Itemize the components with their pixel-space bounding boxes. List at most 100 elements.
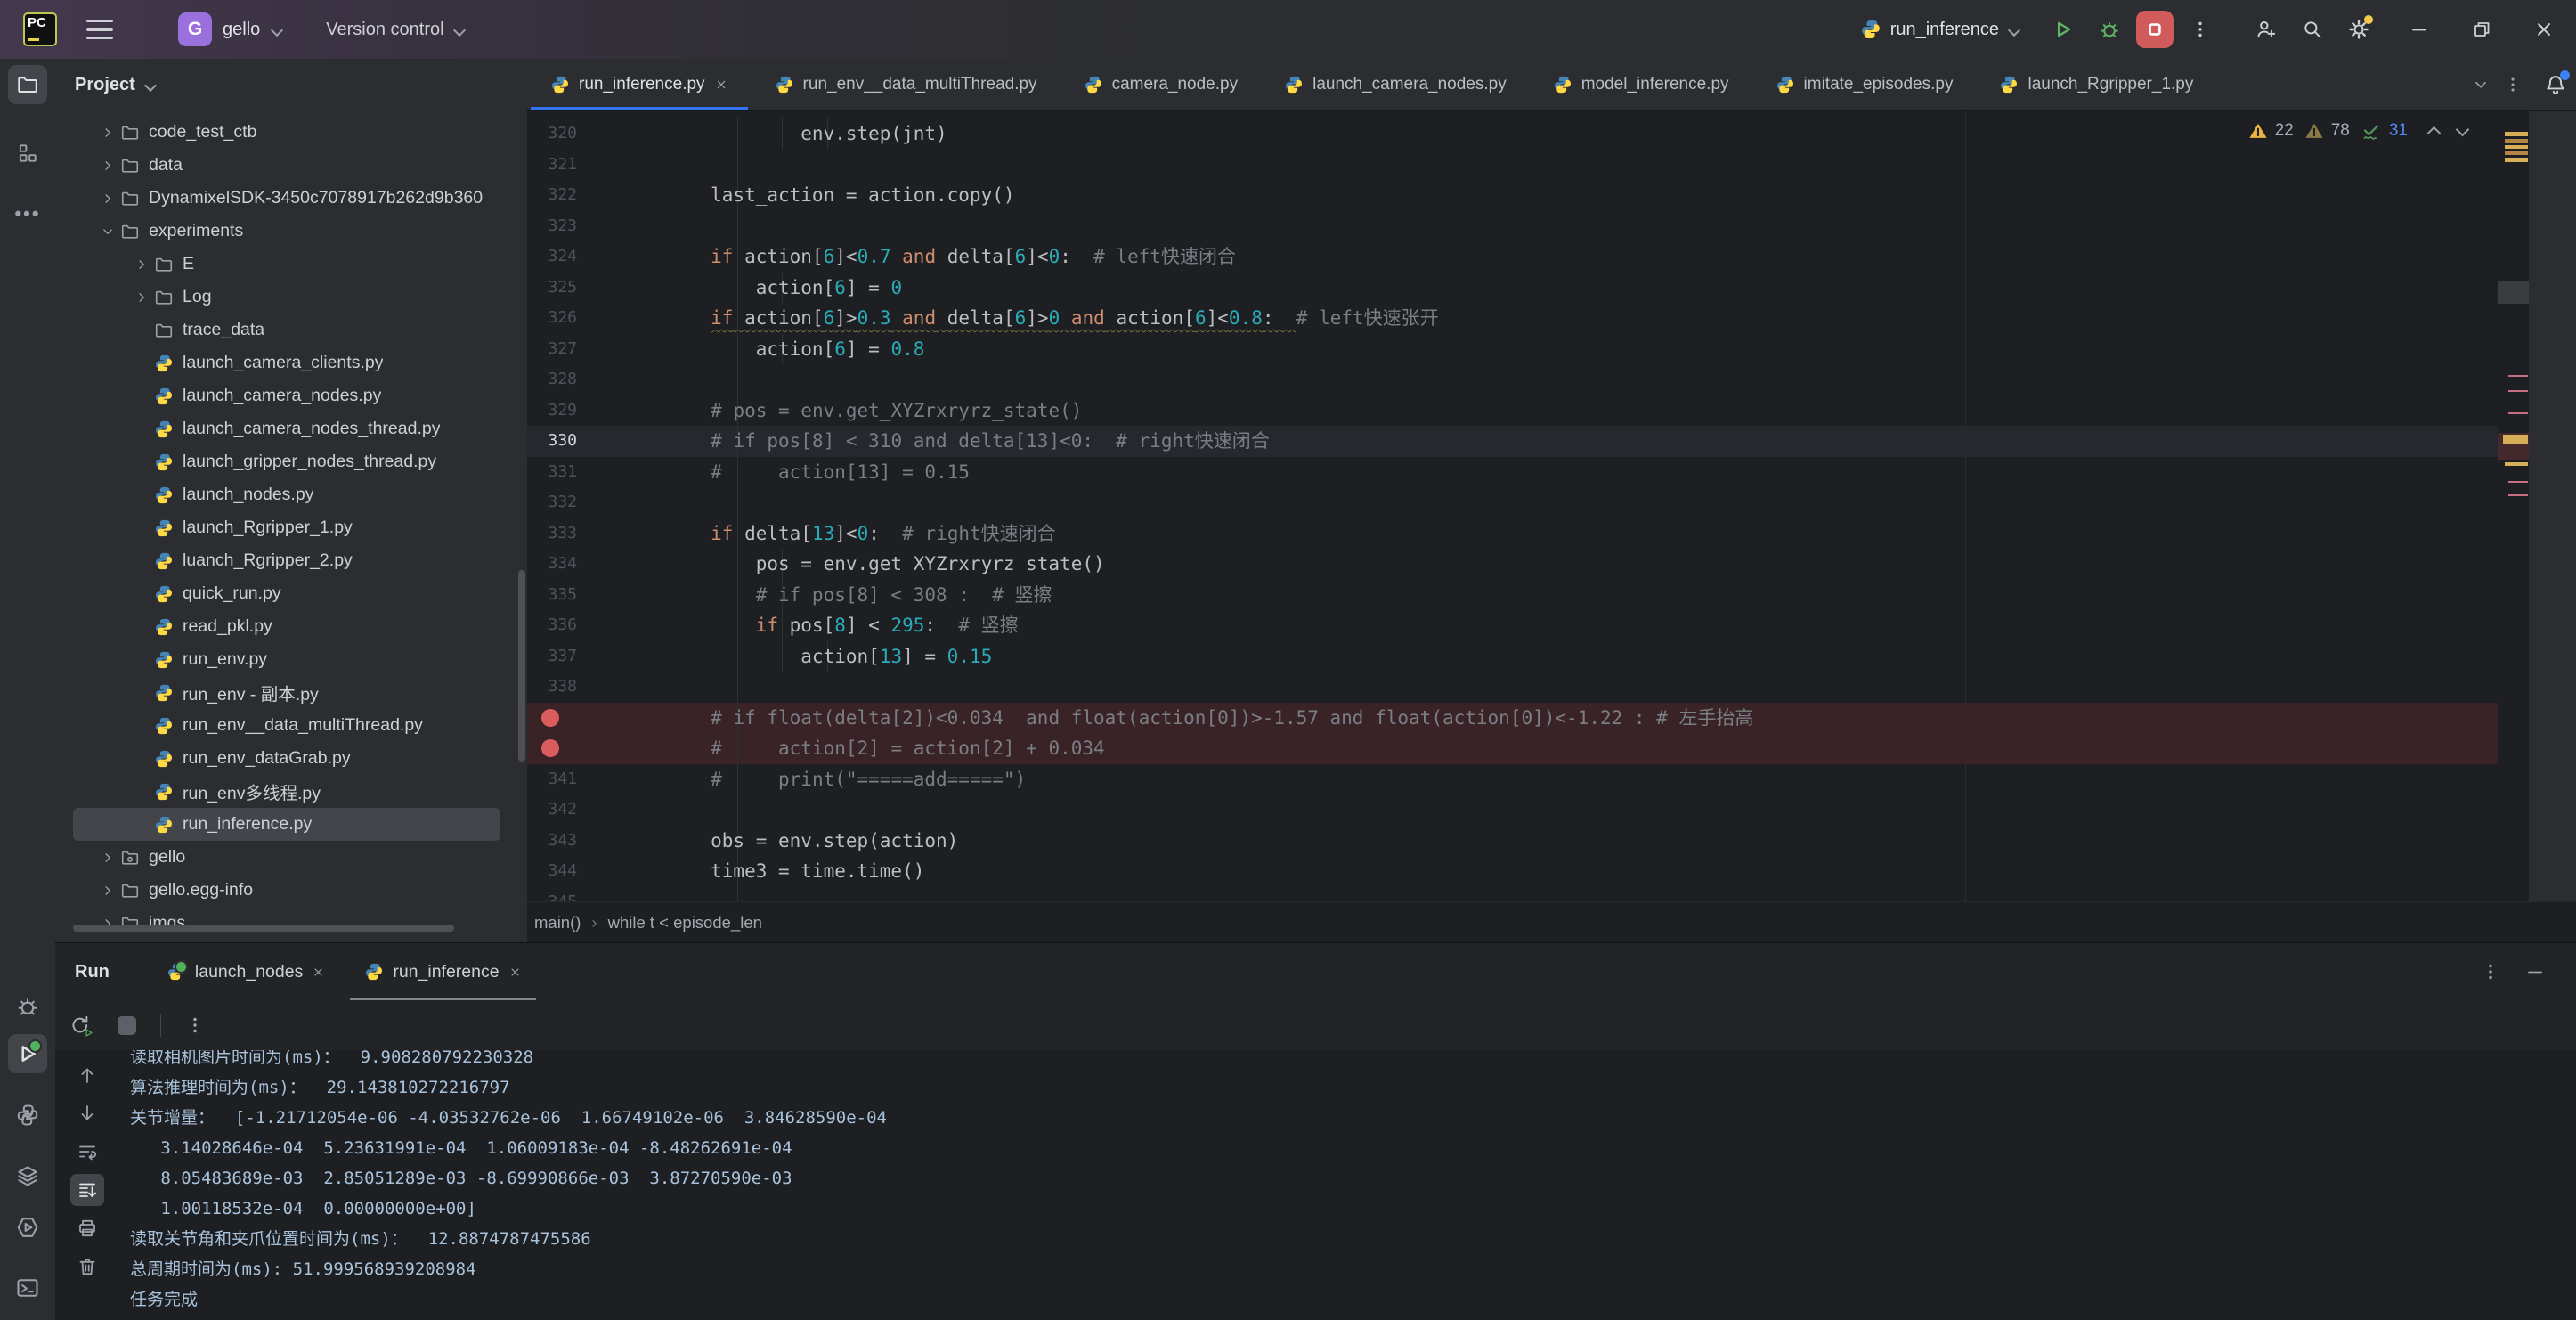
tree-item-Log[interactable]: Log xyxy=(73,281,500,314)
line-number-gutter[interactable]: 320 xyxy=(527,118,598,150)
tree-item-code_test_ctb[interactable]: code_test_ctb xyxy=(73,116,500,149)
line-number-gutter[interactable]: 324 xyxy=(527,241,598,273)
more-options-button[interactable] xyxy=(179,1009,211,1041)
search-everywhere-button[interactable] xyxy=(2293,10,2332,49)
console-output[interactable]: 读取相机图片时间为(ms)： 9.908280792230328算法推理时间为(… xyxy=(130,1050,2576,1320)
run-button[interactable] xyxy=(2044,10,2083,49)
editor-tab-model_inference.py[interactable]: model_inference.py xyxy=(1530,59,1752,110)
line-number-gutter[interactable]: 327 xyxy=(527,334,598,365)
stripe-problems-button[interactable] xyxy=(8,1208,47,1247)
project-panel-header[interactable]: Project xyxy=(55,59,527,110)
line-number-gutter[interactable]: 344 xyxy=(527,856,598,887)
editor-tab-launch_Rgripper_1.py[interactable]: launch_Rgripper_1.py xyxy=(1976,59,2216,110)
stop-process-button[interactable] xyxy=(110,1009,142,1041)
tree-item-gello[interactable]: gello xyxy=(73,841,500,874)
code-line-326[interactable]: 326 if action[6]>0.3 and delta[6]>0 and … xyxy=(527,303,2498,334)
line-number-gutter[interactable]: 331 xyxy=(527,457,598,488)
scroll-up-button[interactable] xyxy=(70,1059,104,1091)
settings-button[interactable] xyxy=(2339,10,2378,49)
code-line-320[interactable]: 320 env.step(jnt) xyxy=(527,118,2498,150)
error-stripe[interactable] xyxy=(2498,111,2529,901)
stripe-structure-button[interactable] xyxy=(8,134,47,173)
code-line-338[interactable]: 338 xyxy=(527,672,2498,703)
close-tab-button[interactable] xyxy=(714,77,728,92)
run-config-selector[interactable]: run_inference xyxy=(1860,19,2020,40)
stripe-more-button[interactable]: ••• xyxy=(8,194,47,233)
tree-toggle[interactable] xyxy=(96,191,119,207)
project-widget[interactable]: G gello xyxy=(178,12,283,46)
kebab-icon[interactable] xyxy=(2480,961,2501,982)
breakpoint-gutter[interactable] xyxy=(527,733,598,764)
breadcrumb-item[interactable]: main() xyxy=(534,913,581,933)
editor[interactable]: 320 env.step(jnt)321322 last_action = ac… xyxy=(527,111,2529,901)
code-line-337[interactable]: 337 action[13] = 0.15 xyxy=(527,641,2498,672)
line-number-gutter[interactable]: 341 xyxy=(527,764,598,795)
code-line-329[interactable]: 329 # pos = env.get_XYZrxryrz_state() xyxy=(527,395,2498,427)
stripe-terminal-button[interactable] xyxy=(8,1268,47,1308)
stripe-project-button[interactable] xyxy=(8,65,47,104)
code-line-325[interactable]: 325 action[6] = 0 xyxy=(527,273,2498,304)
tree-item-run_env多线程.py[interactable]: run_env多线程.py xyxy=(73,775,500,808)
run-tab-launch_nodes[interactable]: launch_nodes xyxy=(147,943,345,1000)
code-line-339[interactable]: # if float(delta[2])<0.034 and float(act… xyxy=(527,703,2498,734)
tree-item-imgs[interactable]: imgs xyxy=(73,907,500,940)
tree-item-launch_camera_clients.py[interactable]: launch_camera_clients.py xyxy=(73,346,500,379)
tab-options-button[interactable] xyxy=(2503,75,2523,94)
line-number-gutter[interactable]: 334 xyxy=(527,549,598,580)
breakpoint-dot[interactable] xyxy=(541,739,559,757)
editor-tab-camera_node.py[interactable]: camera_node.py xyxy=(1060,59,1262,110)
code-line-342[interactable]: 342 xyxy=(527,794,2498,826)
tree-item-run_env.py[interactable]: run_env.py xyxy=(73,643,500,676)
code-line-321[interactable]: 321 xyxy=(527,150,2498,181)
tree-toggle[interactable] xyxy=(96,883,119,899)
scroll-to-end-button[interactable] xyxy=(70,1174,104,1206)
code-line-334[interactable]: 334 pos = env.get_XYZrxryrz_state() xyxy=(527,549,2498,580)
close-tab-button[interactable] xyxy=(312,966,325,979)
run-tab-run_inference[interactable]: run_inference xyxy=(345,943,540,1000)
tree-item-launch_camera_nodes.py[interactable]: launch_camera_nodes.py xyxy=(73,379,500,412)
tree-toggle[interactable] xyxy=(96,850,119,866)
stripe-python-console-button[interactable] xyxy=(8,1096,47,1135)
code-line-336[interactable]: 336 if pos[8] < 295: # 竖擦 xyxy=(527,610,2498,641)
tree-toggle[interactable] xyxy=(96,224,119,240)
tree-item-experiments[interactable]: experiments xyxy=(73,215,500,248)
stripe-debug-button[interactable] xyxy=(8,987,47,1026)
breakpoint-dot[interactable] xyxy=(541,709,559,727)
code-line-324[interactable]: 324 if action[6]<0.7 and delta[6]<0: # l… xyxy=(527,241,2498,273)
stripe-run-button[interactable] xyxy=(8,1034,47,1073)
rerun-button[interactable] xyxy=(64,1009,96,1041)
tree-item-launch_nodes.py[interactable]: launch_nodes.py xyxy=(73,478,500,511)
line-number-gutter[interactable]: 343 xyxy=(527,826,598,857)
tree-item-launch_gripper_nodes_thread.py[interactable]: launch_gripper_nodes_thread.py xyxy=(73,445,500,478)
line-number-gutter[interactable]: 323 xyxy=(527,211,598,242)
close-button[interactable] xyxy=(2524,10,2564,49)
inspections-widget[interactable]: 22 78 31 xyxy=(2248,120,2468,142)
line-number-gutter[interactable]: 345 xyxy=(527,887,598,902)
tree-item-E[interactable]: E xyxy=(73,248,500,281)
stripe-services-button[interactable] xyxy=(8,1156,47,1195)
editor-tab-run_env__data_multiThread.py[interactable]: run_env__data_multiThread.py xyxy=(752,59,1060,110)
tab-list-button[interactable] xyxy=(2471,75,2491,94)
tree-item-luanch_Rgripper_2.py[interactable]: luanch_Rgripper_2.py xyxy=(73,544,500,577)
tree-toggle[interactable] xyxy=(96,125,119,141)
code-line-345[interactable]: 345 xyxy=(527,887,2498,902)
code-line-335[interactable]: 335 # if pos[8] < 308 : # 竖擦 xyxy=(527,580,2498,611)
tree-item-gello.egg-info[interactable]: gello.egg-info xyxy=(73,874,500,907)
tree-horizontal-scrollbar[interactable] xyxy=(73,925,454,932)
tree-vertical-scrollbar[interactable] xyxy=(518,570,525,762)
next-problem-button[interactable] xyxy=(2456,125,2468,137)
code-line-328[interactable]: 328 xyxy=(527,364,2498,395)
tree-item-run_inference.py[interactable]: run_inference.py xyxy=(73,808,500,841)
tree-item-run_env__data_multiThread.py[interactable]: run_env__data_multiThread.py xyxy=(73,709,500,742)
code-line-331[interactable]: 331 # action[13] = 0.15 xyxy=(527,457,2498,488)
line-number-gutter[interactable]: 333 xyxy=(527,518,598,550)
prev-problem-button[interactable] xyxy=(2427,125,2440,137)
tree-item-run_env - 副本.py[interactable]: run_env - 副本.py xyxy=(73,676,500,709)
line-number-gutter[interactable]: 325 xyxy=(527,273,598,304)
code-line-323[interactable]: 323 xyxy=(527,211,2498,242)
soft-wrap-button[interactable] xyxy=(70,1136,104,1168)
more-actions-button[interactable] xyxy=(2181,10,2220,49)
close-tab-button[interactable] xyxy=(508,966,522,979)
editor-tab-launch_camera_nodes.py[interactable]: launch_camera_nodes.py xyxy=(1261,59,1530,110)
line-number-gutter[interactable]: 328 xyxy=(527,364,598,395)
